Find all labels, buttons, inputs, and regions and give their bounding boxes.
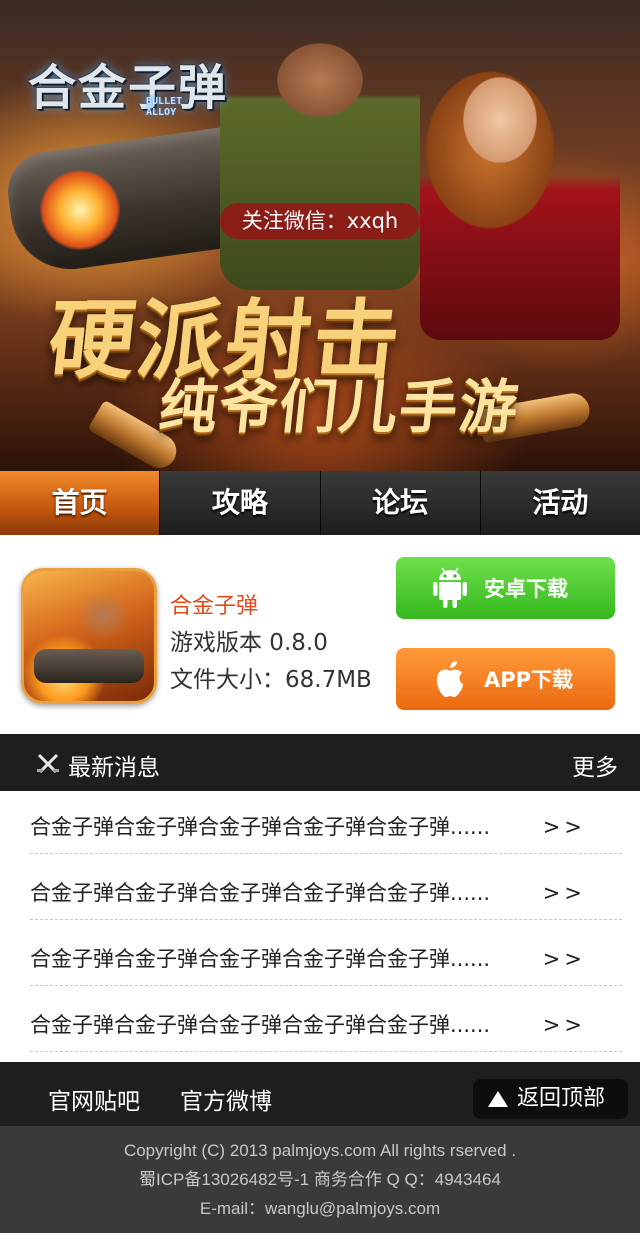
news-item[interactable]: 合金子弹合金子弹合金子弹合金子弹合金子弹...... >>	[30, 791, 622, 854]
app-info-panel: 合金子弹 游戏版本 0.8.0 文件大小：68.7MB 安卓下载 APP下载	[0, 535, 640, 734]
news-item[interactable]: 合金子弹合金子弹合金子弹合金子弹合金子弹...... >>	[30, 989, 622, 1052]
news-item-text: 合金子弹合金子弹合金子弹合金子弹合金子弹......	[30, 947, 491, 971]
copyright-block: Copyright (C) 2013 palmjoys.com All righ…	[0, 1126, 640, 1233]
news-item-text: 合金子弹合金子弹合金子弹合金子弹合金子弹......	[30, 881, 491, 905]
tab-events[interactable]: 活动	[479, 471, 640, 535]
game-logo: 合金子弹 BULLET ALLOY	[28, 40, 228, 140]
slogan-secondary: 纯爷们儿手游	[155, 373, 524, 441]
app-name: 合金子弹	[170, 594, 259, 619]
footer-nav: 官网贴吧 官方微博 返回顶部	[0, 1062, 640, 1126]
main-nav: 首页 攻略 论坛 活动	[0, 471, 640, 535]
footer-link-tieba[interactable]: 官网贴吧	[48, 1082, 140, 1116]
hero-heroine-art	[420, 40, 620, 340]
logo-sub-line-1: BULLET	[146, 96, 183, 107]
news-list: 合金子弹合金子弹合金子弹合金子弹合金子弹...... >> 合金子弹合金子弹合金…	[0, 791, 640, 1062]
android-icon	[432, 566, 468, 610]
footer-link-weibo[interactable]: 官方微博	[180, 1082, 272, 1116]
news-item-arrow: >>	[542, 947, 586, 971]
up-triangle-icon	[488, 1091, 508, 1107]
android-download-label: 安卓下载	[484, 577, 568, 601]
icp-line: 蜀ICP备13026482号-1 商务合作 Q Q：4943464	[139, 1170, 501, 1189]
logo-subtitle: BULLET ALLOY	[146, 96, 206, 118]
app-file-size: 文件大小：68.7MB	[170, 667, 372, 693]
news-section-title: 最新消息	[68, 755, 160, 781]
logo-sub-line-2: ALLOY	[146, 107, 177, 118]
news-item-text: 合金子弹合金子弹合金子弹合金子弹合金子弹......	[30, 815, 491, 839]
android-download-button[interactable]: 安卓下载	[396, 557, 615, 619]
news-item-arrow: >>	[542, 1013, 586, 1037]
hero-banner: 合金子弹 BULLET ALLOY 关注微信：xxqh 硬派射击 纯爷们儿手游	[0, 0, 640, 471]
apple-icon	[432, 657, 468, 701]
app-icon-gun-art	[34, 649, 144, 683]
news-item-arrow: >>	[542, 881, 586, 905]
news-item[interactable]: 合金子弹合金子弹合金子弹合金子弹合金子弹...... >>	[30, 857, 622, 920]
ios-download-label: APP下载	[484, 668, 574, 692]
email-line: E-mail：wanglu@palmjoys.com	[199, 1199, 441, 1218]
app-version: 游戏版本 0.8.0	[170, 630, 328, 656]
ios-download-button[interactable]: APP下载	[396, 648, 615, 710]
back-to-top-label: 返回顶部	[517, 1086, 606, 1111]
hero-muzzle-flash	[40, 170, 120, 250]
news-item-text: 合金子弹合金子弹合金子弹合金子弹合金子弹......	[30, 1013, 491, 1037]
news-header: 最新消息 更多	[0, 734, 640, 791]
back-to-top-button[interactable]: 返回顶部	[473, 1079, 628, 1119]
news-item[interactable]: 合金子弹合金子弹合金子弹合金子弹合金子弹...... >>	[30, 923, 622, 986]
news-more-link[interactable]: 更多	[572, 748, 618, 782]
app-icon	[21, 568, 157, 704]
news-item-arrow: >>	[542, 815, 586, 839]
hero-soldier-art	[220, 10, 420, 290]
crossed-swords-icon	[36, 752, 60, 776]
tab-guides[interactable]: 攻略	[159, 471, 320, 535]
wechat-follow-badge: 关注微信：xxqh	[220, 203, 420, 239]
tab-forum[interactable]: 论坛	[319, 471, 480, 535]
tab-home[interactable]: 首页	[0, 471, 160, 535]
copyright-line: Copyright (C) 2013 palmjoys.com All righ…	[123, 1141, 517, 1160]
